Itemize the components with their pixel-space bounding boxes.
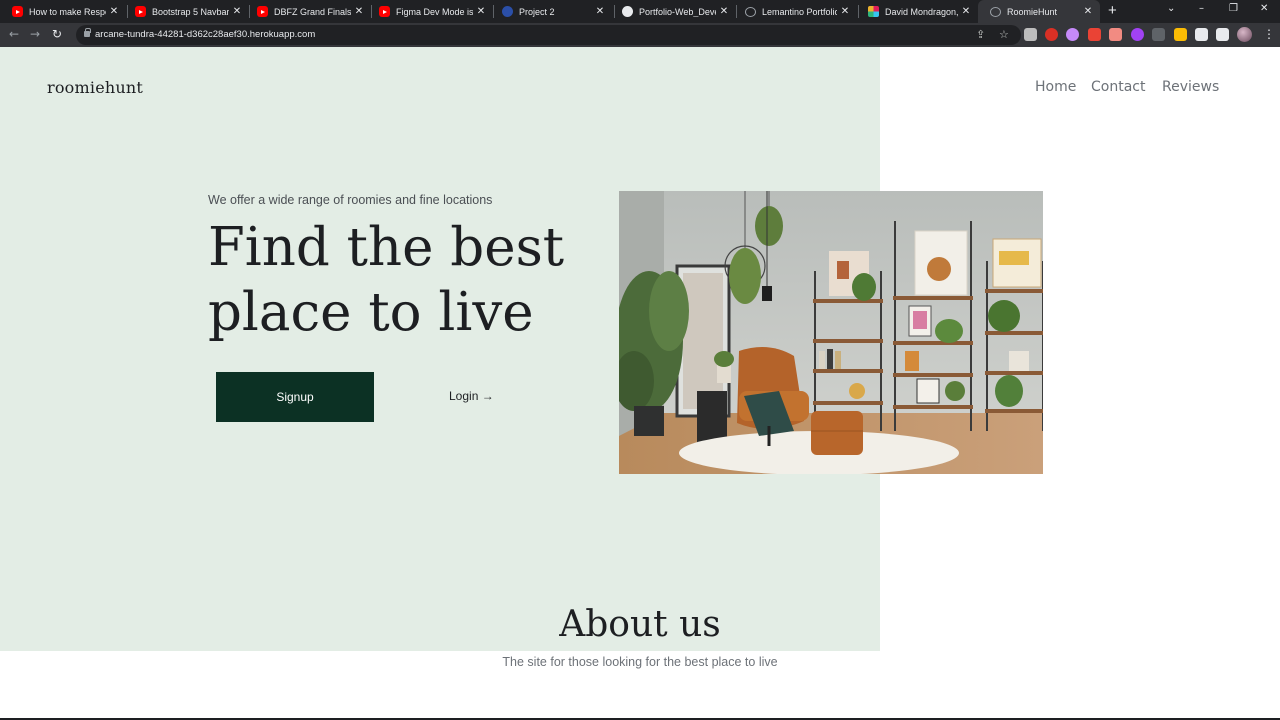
back-icon[interactable]: ← [9, 27, 19, 41]
profile-avatar[interactable] [1237, 27, 1252, 42]
extension-icon[interactable] [1066, 28, 1079, 41]
restore-icon[interactable]: ❐ [1229, 3, 1238, 14]
new-tab-button[interactable]: + [1108, 2, 1117, 19]
tab-title: Portfolio-Web_Develo [639, 6, 716, 17]
extension-icon[interactable] [1152, 28, 1165, 41]
extension-icon[interactable] [1024, 28, 1037, 41]
youtube-icon [257, 6, 268, 17]
tab-title: DBFZ Grand Finals: Za [274, 6, 351, 17]
browser-toolbar: ← → ↻ arcane-tundra-44281-d362c28aef30.h… [0, 23, 1280, 47]
close-icon[interactable]: ✕ [351, 6, 367, 17]
menu-icon[interactable]: ⋮ [1263, 27, 1275, 41]
tab-title: Bootstrap 5 Navbar Tu [152, 6, 229, 17]
nav-home-link[interactable]: Home [1035, 79, 1076, 95]
slack-icon [868, 6, 879, 17]
lock-icon [84, 28, 91, 37]
tab-title: Project 2 [519, 6, 555, 17]
nav-reviews-link[interactable]: Reviews [1162, 79, 1219, 95]
tab-title: How to make Respons [29, 6, 106, 17]
youtube-icon [135, 6, 146, 17]
reload-icon[interactable]: ↻ [52, 27, 62, 41]
browser-tab[interactable]: Figma Dev Mode is he ✕ [367, 0, 493, 23]
browser-tab[interactable]: Portfolio-Web_Develo ✕ [610, 0, 736, 23]
extension-icon[interactable] [1045, 28, 1058, 41]
hero-title: Find the best place to live [208, 217, 565, 343]
project-icon [502, 6, 513, 17]
forward-icon[interactable]: → [30, 27, 40, 41]
about-subtitle: The site for those looking for the best … [502, 655, 778, 669]
share-icon[interactable]: ⇪ [976, 28, 985, 41]
browser-tab[interactable]: Lemantino Portfolio ✕ [733, 0, 857, 23]
globe-icon [745, 6, 756, 17]
web-page: roomiehunt Home Contact Reviews We offer… [0, 47, 1280, 720]
tab-title: RoomieHunt [1007, 6, 1058, 17]
nav-contact-link[interactable]: Contact [1091, 79, 1145, 95]
browser-tab[interactable]: DBFZ Grand Finals: Za ✕ [245, 0, 371, 23]
browser-tab-strip: How to make Respons ✕ Bootstrap 5 Navbar… [0, 0, 1280, 23]
extension-icon[interactable] [1174, 28, 1187, 41]
minimize-icon[interactable]: – [1199, 3, 1204, 14]
signup-button[interactable]: Signup [216, 372, 374, 422]
extension-icon[interactable] [1109, 28, 1122, 41]
globe-icon [990, 6, 1001, 17]
login-link[interactable]: Login → [449, 389, 494, 403]
close-icon[interactable]: ✕ [592, 6, 608, 17]
tab-title: Lemantino Portfolio [762, 6, 837, 17]
youtube-icon [12, 6, 23, 17]
close-icon[interactable]: ✕ [106, 6, 122, 17]
browser-tab[interactable]: Bootstrap 5 Navbar Tu ✕ [123, 0, 249, 23]
browser-tab[interactable]: How to make Respons ✕ [0, 0, 126, 23]
about-title: About us [559, 604, 721, 645]
address-bar[interactable]: arcane-tundra-44281-d362c28aef30.herokua… [76, 25, 1021, 45]
url-text[interactable]: arcane-tundra-44281-d362c28aef30.herokua… [95, 29, 315, 40]
hero-tagline: We offer a wide range of roomies and fin… [208, 193, 493, 207]
side-panel-icon[interactable] [1216, 28, 1229, 41]
close-icon[interactable]: ✕ [1080, 6, 1096, 17]
close-icon[interactable]: ✕ [837, 6, 853, 17]
browser-tab[interactable]: David Mondragon, En ✕ [856, 0, 978, 23]
close-icon[interactable]: ✕ [716, 6, 732, 17]
github-icon [622, 6, 633, 17]
extension-icon[interactable] [1088, 28, 1101, 41]
extension-icon[interactable] [1131, 28, 1144, 41]
youtube-icon [379, 6, 390, 17]
browser-tab-active[interactable]: RoomieHunt ✕ [978, 0, 1100, 23]
room-illustration [619, 191, 1043, 474]
window-close-icon[interactable]: ✕ [1260, 3, 1268, 14]
close-icon[interactable]: ✕ [473, 6, 489, 17]
close-icon[interactable]: ✕ [958, 6, 974, 17]
site-logo[interactable]: roomiehunt [47, 78, 143, 97]
puzzle-icon[interactable] [1195, 28, 1208, 41]
tab-title: David Mondragon, En [885, 6, 958, 17]
browser-tab[interactable]: Project 2 ✕ [490, 0, 612, 23]
hero-room-image [619, 191, 1043, 474]
tab-search-icon[interactable]: ⌄ [1167, 3, 1175, 14]
bookmark-star-icon[interactable]: ☆ [999, 28, 1009, 41]
close-icon[interactable]: ✕ [229, 6, 245, 17]
tab-title: Figma Dev Mode is he [396, 6, 473, 17]
